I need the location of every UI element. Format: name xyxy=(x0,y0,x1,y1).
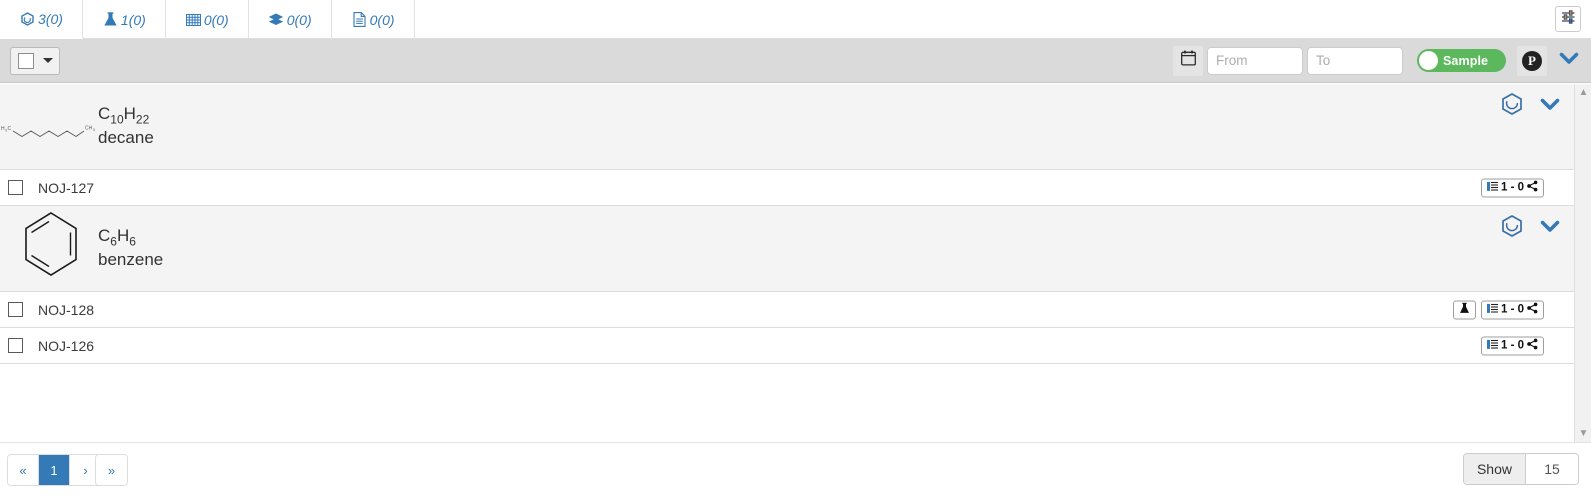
svg-text:CH: CH xyxy=(85,125,93,131)
date-to-input[interactable] xyxy=(1307,46,1403,75)
tab-screens[interactable]: 0(0) xyxy=(249,0,332,39)
molecule-name: benzene xyxy=(98,250,164,270)
sample-name: NOJ-126 xyxy=(38,337,95,354)
sample-toggle[interactable]: Sample xyxy=(1417,49,1506,72)
molecule-info: C6H6 benzene xyxy=(98,225,163,272)
share-icon xyxy=(1527,180,1538,195)
calendar-button[interactable] xyxy=(1173,45,1203,76)
molecule-formula: C6H6 xyxy=(98,225,136,249)
polymer-button[interactable]: P xyxy=(1517,45,1547,76)
list-icon xyxy=(1486,303,1498,316)
sliders-icon xyxy=(1561,9,1576,29)
chevron-down-icon[interactable] xyxy=(1540,97,1560,112)
decane-structure: H 3 C CH 3 xyxy=(0,110,96,144)
page-size-input[interactable] xyxy=(1526,454,1578,484)
tab-wellplates[interactable]: 0(0) xyxy=(166,0,249,39)
list-scrollbar[interactable]: ▲ ▼ xyxy=(1574,84,1591,442)
molecule-row-actions xyxy=(1500,214,1560,238)
scroll-up-icon[interactable]: ▲ xyxy=(1575,84,1591,101)
molecule-formula: C10H22 xyxy=(98,103,150,127)
page-size-group: Show xyxy=(1462,453,1579,485)
tab-label: 0(0) xyxy=(286,11,312,28)
molecule-name: decane xyxy=(98,128,154,148)
sample-badges: 1 - 0 xyxy=(1480,336,1544,355)
analysis-badge[interactable]: 1 - 0 xyxy=(1480,300,1544,319)
tab-samples[interactable]: 1(0) xyxy=(83,0,166,39)
svg-text:3: 3 xyxy=(93,128,95,132)
share-icon xyxy=(1527,302,1538,317)
list-footer: « 1 › » Show xyxy=(0,442,1591,502)
pagination: « 1 › xyxy=(7,454,102,486)
sample-badges: 1 - 0 xyxy=(1480,178,1544,197)
scroll-down-icon[interactable]: ▼ xyxy=(1575,425,1591,442)
select-all-checkbox[interactable] xyxy=(18,52,34,69)
date-from-input[interactable] xyxy=(1207,46,1303,75)
tab-label: 3(0) xyxy=(38,11,63,27)
document-icon xyxy=(351,12,368,27)
select-all-dropdown[interactable] xyxy=(10,46,60,75)
sample-name: NOJ-128 xyxy=(38,301,95,318)
pagination-last-group: » xyxy=(95,454,128,486)
tab-label: 0(0) xyxy=(369,11,395,28)
tab-label: 0(0) xyxy=(203,11,229,28)
molecule-info: C10H22 decane xyxy=(98,103,154,150)
toolbar-collapse-button[interactable] xyxy=(1559,51,1579,71)
benzene-ring-icon[interactable] xyxy=(1500,214,1524,238)
molecule-list: H 3 C CH 3 C10H22 decane NOJ-127 1 - 0 C… xyxy=(0,84,1591,442)
analysis-count: 1 - 0 xyxy=(1500,181,1524,194)
tab-molecules[interactable]: 3(0) xyxy=(0,0,83,39)
svg-text:C: C xyxy=(8,126,12,132)
tab-research-plans[interactable]: 0(0) xyxy=(332,0,415,39)
tab-bar: 3(0) 1(0) 0(0) 0(0) 0(0) xyxy=(0,0,1591,39)
sample-row-noj-127[interactable]: NOJ-127 1 - 0 xyxy=(0,170,1574,206)
sample-row-noj-126[interactable]: NOJ-126 1 - 0 xyxy=(0,328,1574,364)
show-button[interactable]: Show xyxy=(1463,454,1526,484)
list-rows: H 3 C CH 3 C10H22 decane NOJ-127 1 - 0 C… xyxy=(0,84,1574,364)
p-badge-icon: P xyxy=(1522,50,1542,71)
toggle-label: Sample xyxy=(1443,53,1489,68)
chevron-down-icon xyxy=(43,58,53,63)
analysis-count: 1 - 0 xyxy=(1500,303,1524,316)
sample-checkbox[interactable] xyxy=(8,302,23,317)
sample-name: NOJ-127 xyxy=(38,179,95,196)
chevron-down-icon[interactable] xyxy=(1540,219,1560,234)
toolbar-right-group: Sample P xyxy=(1173,45,1583,76)
molecule-row-actions xyxy=(1500,92,1560,116)
molecule-row-decane[interactable]: H 3 C CH 3 C10H22 decane xyxy=(0,84,1574,170)
share-icon xyxy=(1527,338,1538,353)
settings-sliders-button[interactable] xyxy=(1555,6,1581,32)
chevron-down-icon xyxy=(1559,51,1579,71)
list-icon xyxy=(1486,339,1498,352)
benzene-ring-icon[interactable] xyxy=(1500,92,1524,116)
reaction-badge[interactable] xyxy=(1452,300,1476,319)
tab-label: 1(0) xyxy=(120,11,146,28)
toggle-knob xyxy=(1419,51,1438,70)
molecule-sample-list-app: 3(0) 1(0) 0(0) 0(0) 0(0) From To Sample … xyxy=(0,0,1591,502)
list-icon xyxy=(1486,181,1498,194)
sample-badges: 1 - 0 xyxy=(1452,300,1544,319)
sample-checkbox[interactable] xyxy=(8,338,23,353)
benzene-structure xyxy=(0,208,96,290)
flask-icon xyxy=(102,12,119,27)
page-1-button[interactable]: 1 xyxy=(39,455,70,485)
list-toolbar: Sample P xyxy=(0,39,1591,83)
sample-row-noj-128[interactable]: NOJ-128 1 - 0 xyxy=(0,292,1574,328)
layers-icon xyxy=(268,12,285,27)
page-first-button[interactable]: « xyxy=(8,455,39,485)
flask-icon xyxy=(1460,302,1469,317)
molecule-row-benzene[interactable]: C6H6 benzene xyxy=(0,206,1574,292)
page-last-button[interactable]: » xyxy=(96,455,127,485)
analysis-count: 1 - 0 xyxy=(1500,339,1524,352)
calendar-icon xyxy=(1180,50,1196,71)
sample-checkbox[interactable] xyxy=(8,180,23,195)
molecule-icon xyxy=(19,12,36,27)
grid-icon xyxy=(185,12,202,27)
analysis-badge[interactable]: 1 - 0 xyxy=(1480,178,1544,197)
analysis-badge[interactable]: 1 - 0 xyxy=(1480,336,1544,355)
